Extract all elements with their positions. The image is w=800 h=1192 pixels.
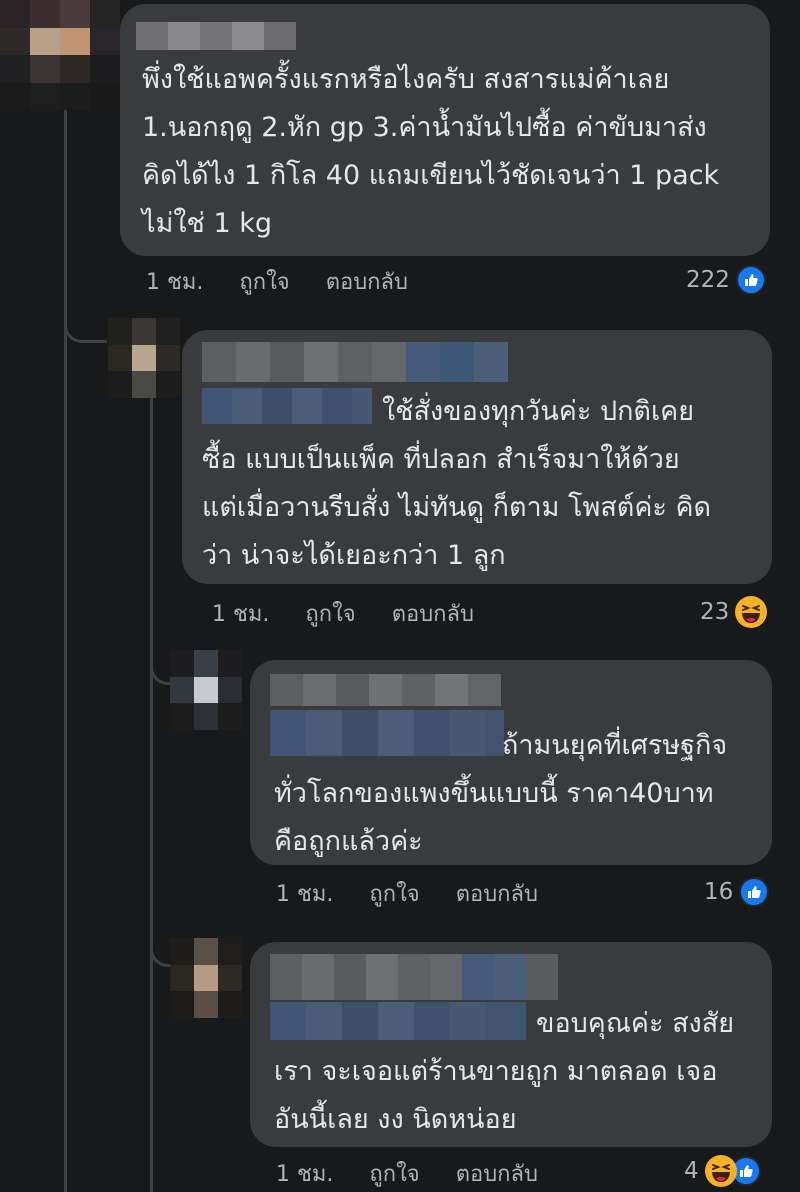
comment-text: ขอบคุณค่ะ สงสัย เรา จะเจอแต่ร้านขายถูก ม… [274,1008,735,1135]
comment-timestamp[interactable]: 1 ชม. [212,596,269,631]
comment-timestamp[interactable]: 1 ชม. [276,876,333,911]
like-button[interactable]: ถูกใจ [369,876,419,911]
comment-actions: 1 ชม. ถูกใจ ตอบกลับ [212,598,474,628]
thread-line [64,80,67,1192]
avatar[interactable] [170,938,242,1018]
reaction-summary[interactable]: 23 [700,595,768,629]
reaction-count: 16 [704,879,734,905]
comment-actions: 1 ชม. ถูกใจ ตอบกลับ [276,1158,538,1188]
commenter-name-blurred[interactable] [202,342,508,382]
haha-icon [704,1155,737,1187]
reply-button[interactable]: ตอบกลับ [392,596,474,631]
comment-timestamp[interactable]: 1 ชม. [146,264,203,299]
like-button[interactable]: ถูกใจ [239,264,289,299]
reply-button[interactable]: ตอบกลับ [456,876,538,911]
reply-button[interactable]: ตอบกลับ [326,264,408,299]
avatar[interactable] [170,650,242,730]
reaction-summary[interactable]: 222 [686,263,766,297]
reaction-count: 222 [686,267,730,293]
like-icon [739,877,770,907]
thread-connector [64,318,107,343]
comment-actions: 1 ชม. ถูกใจ ตอบกลับ [146,266,408,296]
commenter-name-blurred[interactable] [270,674,501,706]
like-button[interactable]: ถูกใจ [369,1156,419,1191]
comment-bubble: ถ้ามนยุคที่เศรษฐกิจ ทั่วโลกของแพงขึ้นแบบ… [250,660,772,865]
avatar[interactable] [0,0,120,110]
comment-text: พึ่งใช้แอพครั้งแรกหรือไงครับ สงสารแม่ค้า… [142,64,720,239]
comment-actions: 1 ชม. ถูกใจ ตอบกลับ [276,878,538,908]
comment-text: ถ้ามนยุคที่เศรษฐกิจ ทั่วโลกของแพงขึ้นแบบ… [274,730,728,857]
comment-timestamp[interactable]: 1 ชม. [276,1156,333,1191]
haha-icon [735,596,768,628]
comment-thread: พึ่งใช้แอพครั้งแรกหรือไงครับ สงสารแม่ค้า… [0,0,800,1192]
reaction-summary[interactable]: 4 [684,1154,761,1188]
avatar[interactable] [108,318,180,398]
reaction-count: 4 [684,1158,699,1184]
reaction-summary[interactable]: 16 [704,875,770,909]
comment-bubble: ขอบคุณค่ะ สงสัย เรา จะเจอแต่ร้านขายถูก ม… [250,942,772,1147]
reaction-count: 23 [700,599,730,625]
comment-bubble: พึ่งใช้แอพครั้งแรกหรือไงครับ สงสารแม่ค้า… [120,4,770,256]
thread-line [150,395,153,1192]
comment-bubble: ใช้สั่งของทุกวันค่ะ ปกติเคย ซื้อ แบบเป็น… [182,330,772,584]
comment-text: ใช้สั่งของทุกวันค่ะ ปกติเคย ซื้อ แบบเป็น… [202,396,712,571]
commenter-name-blurred[interactable] [270,954,558,1000]
like-icon [735,265,766,295]
like-button[interactable]: ถูกใจ [305,596,355,631]
reply-button[interactable]: ตอบกลับ [456,1156,538,1191]
commenter-name-blurred[interactable] [136,22,296,50]
